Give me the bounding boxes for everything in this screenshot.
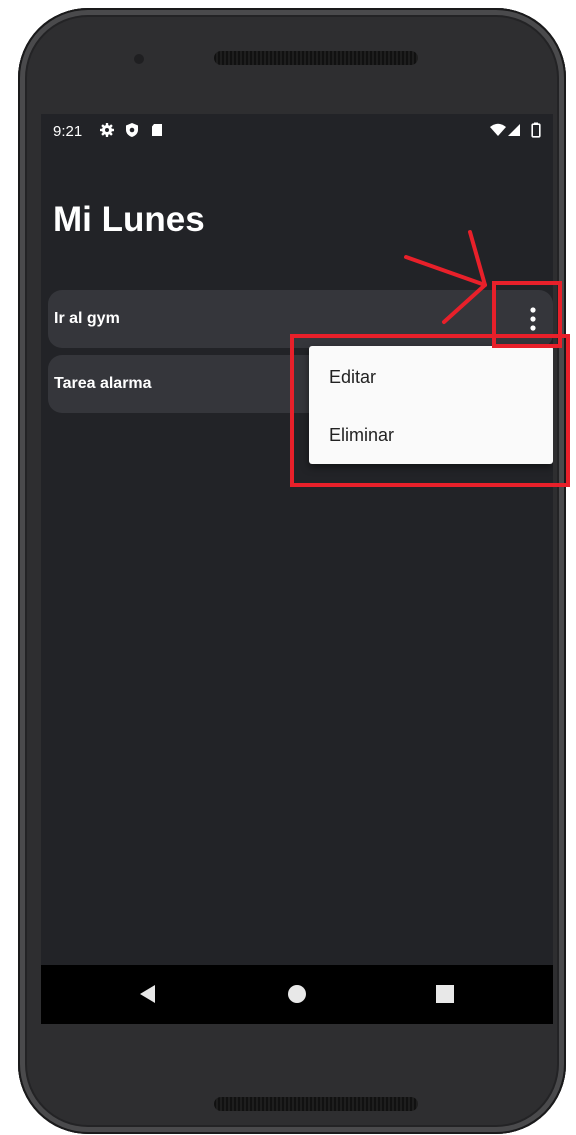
device-screen: 9:21 Mi Lunes Ir al gym Tarea alarma Edi… xyxy=(41,114,553,1024)
task-label: Ir al gym xyxy=(54,310,120,327)
wifi-icon xyxy=(490,123,506,136)
earpiece-speaker xyxy=(214,51,418,65)
sd-card-icon xyxy=(152,124,162,136)
battery-icon xyxy=(531,122,541,138)
task-label: Tarea alarma xyxy=(54,375,152,392)
menu-item-label: Eliminar xyxy=(329,425,395,445)
popup-menu: Editar Eliminar xyxy=(309,346,553,464)
status-time: 9:21 xyxy=(53,123,83,140)
menu-item-edit[interactable]: Editar xyxy=(309,348,553,406)
shield-icon xyxy=(126,123,138,137)
bottom-speaker xyxy=(214,1097,418,1111)
task-item[interactable]: Ir al gym xyxy=(48,290,553,348)
more-options-icon[interactable] xyxy=(518,302,548,336)
page-title: Mi Lunes xyxy=(53,200,205,239)
home-icon[interactable] xyxy=(285,982,309,1006)
settings-gear-icon xyxy=(100,123,114,137)
signal-icon xyxy=(508,124,520,136)
front-camera xyxy=(134,54,144,64)
menu-item-label: Editar xyxy=(329,367,377,387)
status-bar: 9:21 xyxy=(41,114,553,148)
menu-item-delete[interactable]: Eliminar xyxy=(309,406,553,464)
recents-icon[interactable] xyxy=(433,982,457,1006)
navigation-bar xyxy=(41,965,553,1024)
back-icon[interactable] xyxy=(136,982,160,1006)
